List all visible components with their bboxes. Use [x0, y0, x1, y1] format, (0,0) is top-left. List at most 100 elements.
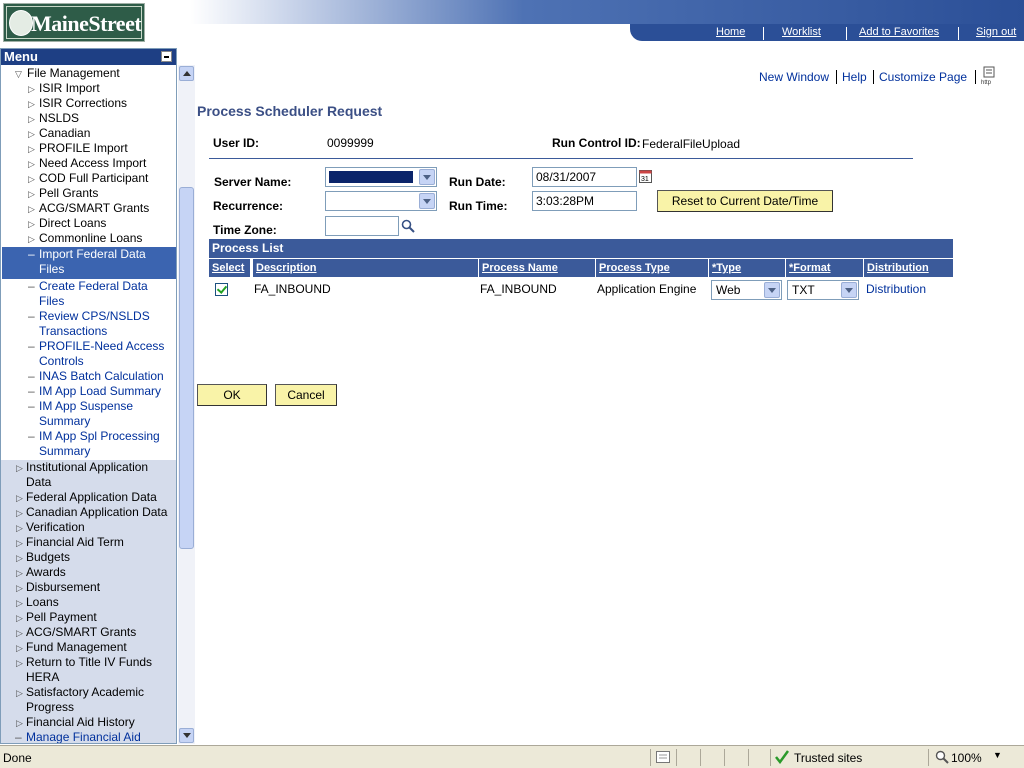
menu-folder-pell-payment[interactable]: Pell Payment — [26, 610, 97, 625]
menu-folder-institutional-application-data[interactable]: Institutional Application — [26, 460, 148, 475]
help-link[interactable]: Help — [842, 70, 867, 84]
menu-link-im-app-suspense[interactable]: IM App Suspense — [39, 399, 133, 414]
new-window-link[interactable]: New Window — [759, 70, 829, 84]
column-header-format[interactable]: *Format — [785, 259, 863, 277]
column-header-process-type[interactable]: Process Type — [595, 259, 708, 277]
format-select[interactable]: TXT — [787, 280, 859, 300]
menu-item-direct-loans[interactable]: Direct Loans — [39, 216, 106, 231]
link-separator — [873, 70, 874, 84]
add-to-favorites-link[interactable]: Add to Favorites — [859, 26, 939, 38]
time-zone-input[interactable] — [325, 216, 399, 236]
menu-folder-financial-aid-term[interactable]: Financial Aid Term — [26, 535, 124, 550]
calendar-icon[interactable]: 31 — [639, 170, 652, 183]
run-date-input[interactable] — [532, 167, 637, 187]
menu-item-isir-import[interactable]: ISIR Import — [39, 81, 100, 96]
menu-folder-budgets[interactable]: Budgets — [26, 550, 70, 565]
menu-dash: – — [28, 339, 35, 353]
collapsed-triangle-icon: ▷ — [28, 159, 35, 169]
status-divider — [748, 749, 749, 766]
menu-folder-file-management[interactable]: File Management — [27, 66, 120, 81]
menu-link-create-federal-data-files[interactable]: Files — [39, 294, 64, 309]
menu-folder-return-to-title-iv[interactable]: Return to Title IV Funds — [26, 655, 152, 670]
status-divider — [700, 749, 701, 766]
ok-button[interactable]: OK — [197, 384, 267, 406]
collapsed-triangle-icon: ▷ — [16, 628, 23, 638]
menu-link-create-federal-data-files[interactable]: Create Federal Data — [39, 279, 148, 294]
menu-folder-loans[interactable]: Loans — [26, 595, 59, 610]
column-header-description[interactable]: Description — [252, 259, 478, 277]
chevron-down-icon[interactable] — [841, 282, 857, 298]
column-header-distribution[interactable]: Distribution — [863, 259, 953, 277]
menu-link-review-cps-nslds[interactable]: Transactions — [39, 324, 107, 339]
scroll-up-button[interactable] — [179, 66, 194, 81]
menu-item-acg-smart-grants[interactable]: ACG/SMART Grants — [39, 201, 149, 216]
menu-folder-verification[interactable]: Verification — [26, 520, 85, 535]
menu-item-cod-full-participant[interactable]: COD Full Participant — [39, 171, 148, 186]
menu-item-import-federal-data-files[interactable]: – Import Federal Data Files — [2, 247, 176, 279]
chevron-down-icon[interactable] — [419, 169, 435, 185]
menu-folder-disbursement[interactable]: Disbursement — [26, 580, 100, 595]
distribution-link[interactable]: Distribution — [866, 280, 926, 298]
column-header-process-name[interactable]: Process Name — [478, 259, 595, 277]
collapsed-triangle-icon: ▷ — [28, 174, 35, 184]
menu-link-im-app-suspense[interactable]: Summary — [39, 414, 90, 429]
menu-folder-awards[interactable]: Awards — [26, 565, 66, 580]
zoom-icon[interactable] — [935, 750, 949, 764]
zoom-level[interactable]: 100% — [951, 751, 982, 765]
menu-folder-acg-smart-grants[interactable]: ACG/SMART Grants — [26, 625, 136, 640]
menu-folder-return-to-title-iv[interactable]: HERA — [26, 670, 59, 685]
status-divider — [676, 749, 677, 766]
type-select[interactable]: Web — [711, 280, 782, 300]
recurrence-select[interactable] — [325, 191, 437, 211]
chevron-down-icon[interactable] — [764, 282, 780, 298]
menu-link-manage-financial-aid[interactable]: Manage Financial Aid — [26, 730, 141, 743]
menu-item-profile-import[interactable]: PROFILE Import — [39, 141, 128, 156]
mainestreet-logo[interactable]: MaineStreet — [3, 3, 145, 42]
menu-folder-institutional-application-data[interactable]: Data — [26, 475, 51, 490]
select-checkbox[interactable] — [215, 283, 228, 296]
menu-item-commonline-loans[interactable]: Commonline Loans — [39, 231, 142, 246]
collapsed-triangle-icon: ▷ — [28, 99, 35, 109]
reset-to-current-date-time-button[interactable]: Reset to Current Date/Time — [657, 190, 833, 212]
worklist-link[interactable]: Worklist — [782, 26, 821, 38]
chevron-down-icon[interactable]: ▼ — [993, 750, 1002, 760]
menu-item-pell-grants[interactable]: Pell Grants — [39, 186, 98, 201]
menu-item-need-access-import[interactable]: Need Access Import — [39, 156, 146, 171]
scroll-thumb[interactable] — [179, 187, 194, 549]
sign-out-link[interactable]: Sign out — [976, 26, 1016, 38]
http-link-icon[interactable]: http — [980, 66, 1000, 86]
minimize-menu-icon[interactable] — [161, 51, 172, 62]
menu-link-inas-batch[interactable]: INAS Batch Calculation — [39, 369, 164, 384]
cancel-button[interactable]: Cancel — [275, 384, 337, 406]
menu-folder-canadian-application-data[interactable]: Canadian Application Data — [26, 505, 167, 520]
menu-link-review-cps-nslds[interactable]: Review CPS/NSLDS — [39, 309, 150, 324]
menu-item-nslds[interactable]: NSLDS — [39, 111, 79, 126]
menu-link-im-app-spl-processing[interactable]: IM App Spl Processing — [39, 429, 160, 444]
menu-link-im-app-load-summary[interactable]: IM App Load Summary — [39, 384, 161, 399]
column-header-select[interactable]: Select — [209, 259, 250, 277]
menu-folder-fund-management[interactable]: Fund Management — [26, 640, 127, 655]
header-divider — [209, 158, 913, 159]
user-id-label: User ID: — [213, 136, 260, 150]
server-name-select[interactable] — [325, 167, 437, 187]
menu-folder-satisfactory-academic-progress[interactable]: Satisfactory Academic — [26, 685, 144, 700]
menu-link-profile-need-access[interactable]: PROFILE-Need Access — [39, 339, 164, 354]
menu-link-profile-need-access[interactable]: Controls — [39, 354, 84, 369]
chevron-down-icon[interactable] — [419, 193, 435, 209]
menu-folder-federal-application-data[interactable]: Federal Application Data — [26, 490, 157, 505]
column-header-type[interactable]: *Type — [708, 259, 785, 277]
scroll-down-button[interactable] — [179, 728, 194, 743]
menu-title: Menu — [4, 49, 38, 64]
home-link[interactable]: Home — [716, 26, 745, 38]
menu-item-canadian[interactable]: Canadian — [39, 126, 90, 141]
run-time-input[interactable] — [532, 191, 637, 211]
menu-folder-satisfactory-academic-progress[interactable]: Progress — [26, 700, 74, 715]
search-icon[interactable] — [401, 219, 415, 233]
menu-folder-financial-aid-history[interactable]: Financial Aid History — [26, 715, 135, 730]
type-select-value: Web — [716, 283, 741, 297]
menu-item-isir-corrections[interactable]: ISIR Corrections — [39, 96, 127, 111]
menu-link-im-app-spl-processing[interactable]: Summary — [39, 444, 90, 459]
customize-page-link[interactable]: Customize Page — [879, 70, 967, 84]
menu-scrollbar[interactable] — [178, 65, 195, 744]
page-title: Process Scheduler Request — [197, 103, 383, 119]
